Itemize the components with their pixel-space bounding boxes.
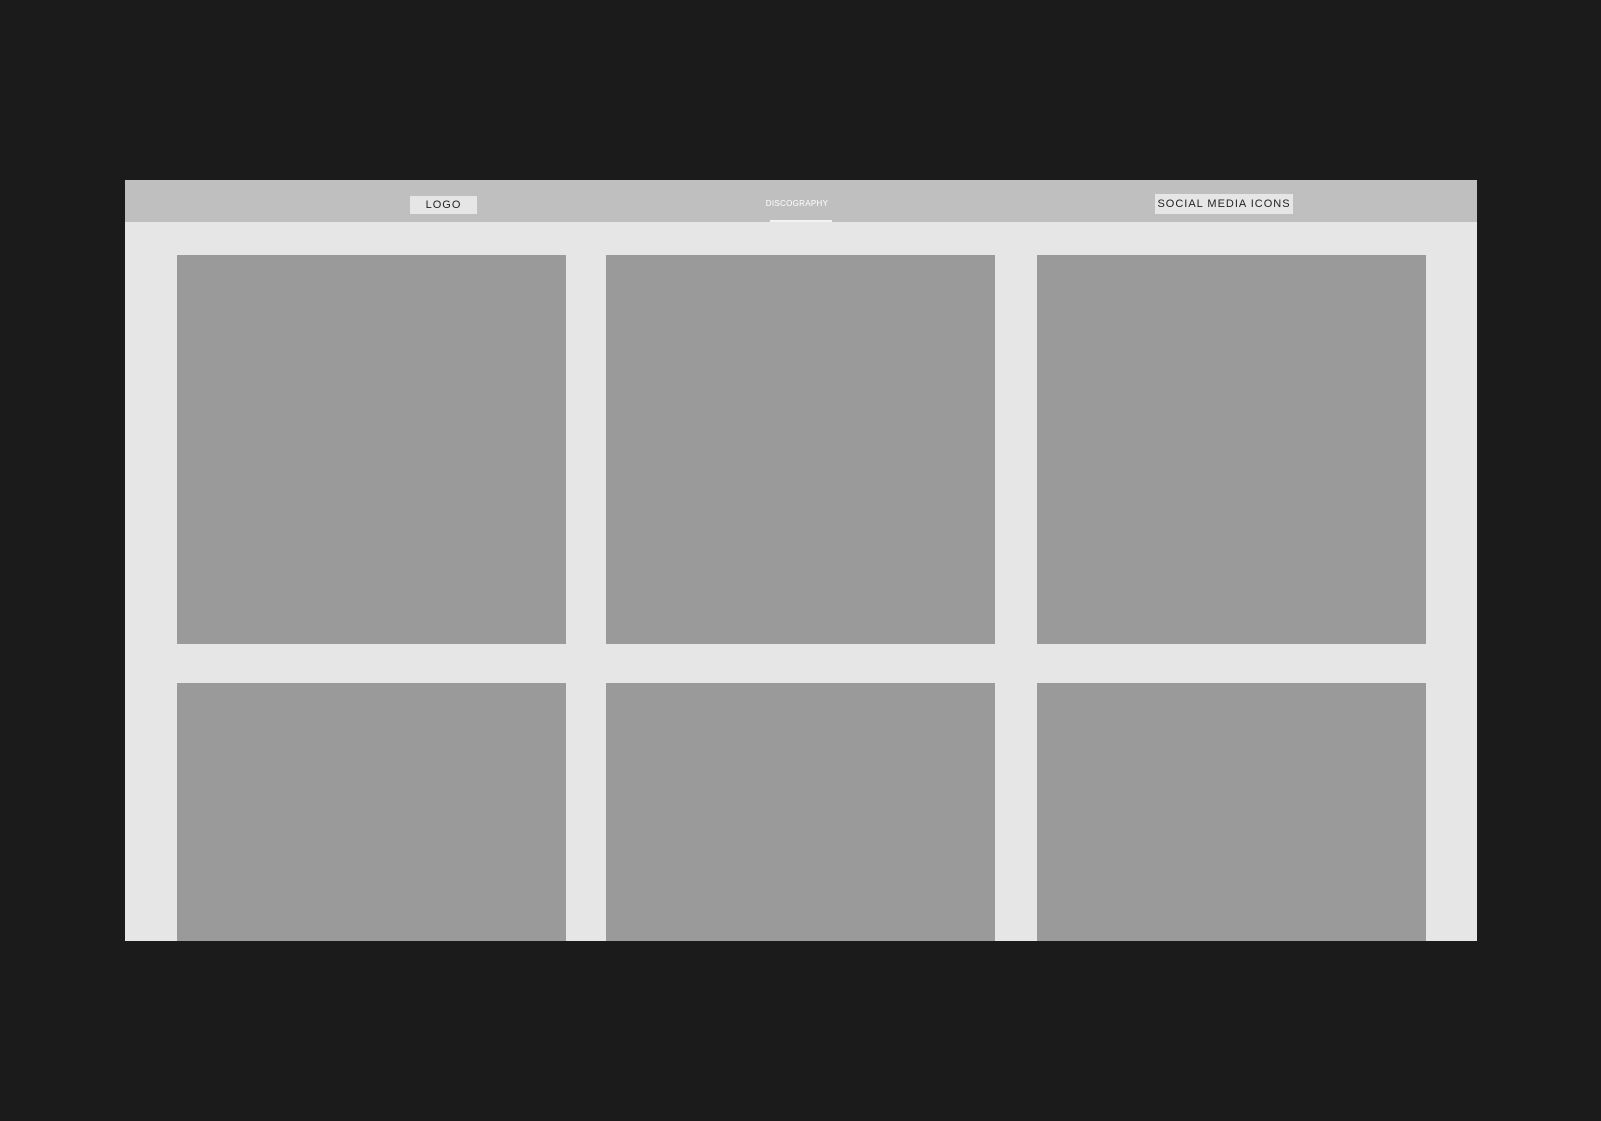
artboard: LOGO DISCOGRAPHY SOCIAL MEDIA ICONS <box>0 0 1601 1121</box>
active-nav-underline <box>770 220 832 222</box>
album-tile[interactable] <box>177 683 566 941</box>
top-nav-bar: LOGO DISCOGRAPHY SOCIAL MEDIA ICONS <box>125 180 1477 222</box>
album-tile[interactable] <box>177 255 566 644</box>
discography-page: LOGO DISCOGRAPHY SOCIAL MEDIA ICONS <box>125 180 1477 941</box>
album-tile[interactable] <box>606 683 995 941</box>
logo-placeholder[interactable]: LOGO <box>410 196 477 214</box>
album-tile[interactable] <box>1037 683 1426 941</box>
nav-link-discography[interactable]: DISCOGRAPHY <box>765 198 829 210</box>
album-tile[interactable] <box>606 255 995 644</box>
album-tile[interactable] <box>1037 255 1426 644</box>
social-media-icons-placeholder[interactable]: SOCIAL MEDIA ICONS <box>1155 194 1293 214</box>
